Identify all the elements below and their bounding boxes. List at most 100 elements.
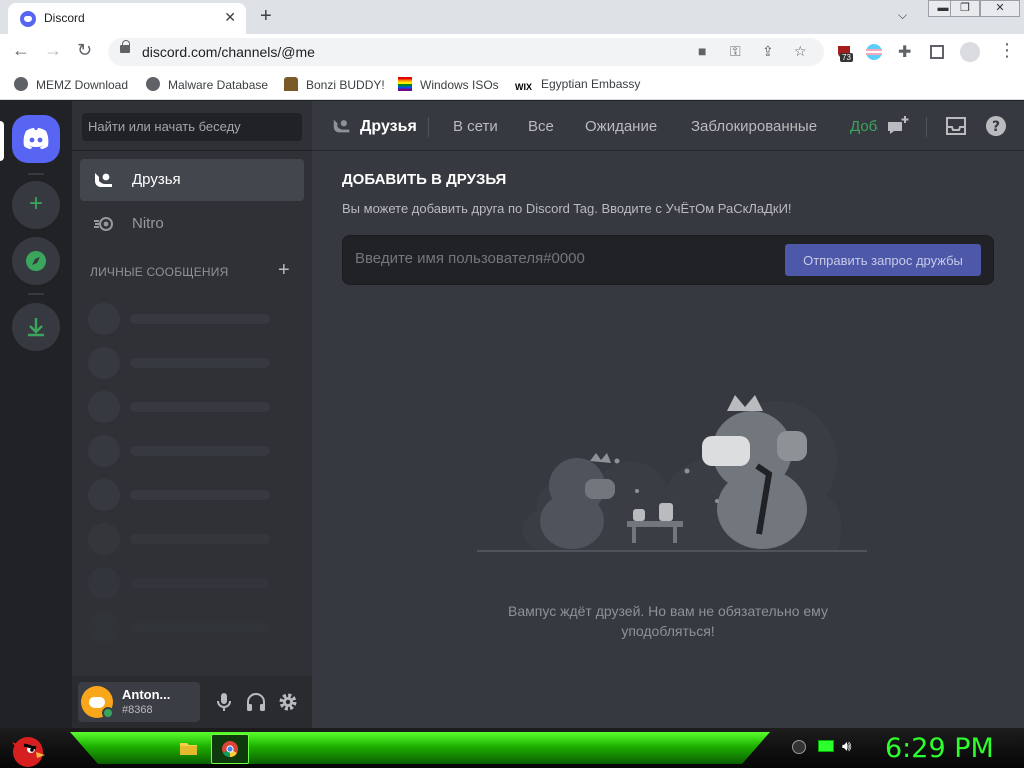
reload-icon[interactable]: ↻ [77,40,92,61]
username-input[interactable] [355,250,775,267]
profile-avatar-icon[interactable] [960,42,980,62]
new-group-dm-icon[interactable] [886,114,910,138]
forward-icon[interactable]: → [44,40,62,61]
gear-icon[interactable] [276,690,300,714]
server-separator [28,173,44,175]
tab-title: Discord [44,11,85,25]
online-status-icon [102,707,114,719]
microphone-icon[interactable] [212,690,236,714]
bookmark-bonzi-buddy[interactable]: Bonzi BUDDY! [284,77,385,92]
tab-blocked[interactable]: Заблокированные [691,118,817,135]
home-selected-pill [0,121,4,161]
dm-placeholder-line [130,578,270,588]
sidebar-item-label: Друзья [132,171,181,188]
taskbar-file-explorer[interactable] [170,734,208,764]
dm-placeholder [88,435,272,467]
add-friend-form: Отправить запрос дружбы [342,235,994,285]
download-apps-button[interactable] [12,303,60,351]
dm-placeholder-avatar [88,391,120,423]
chevron-down-icon[interactable]: ⌵ [898,8,907,23]
bookmark-star-icon[interactable]: ☆ [794,43,807,60]
extensions-puzzle-icon[interactable]: ✚ [898,42,911,62]
discord-logo-icon [23,128,49,149]
friends-main: Друзья В сети Все Ожидание Заблокированн… [312,101,1024,728]
create-dm-icon[interactable]: + [278,259,290,282]
camera-icon[interactable]: ■ [698,43,706,59]
restore-icon[interactable]: ❐ [950,0,980,17]
friends-header: Друзья В сети Все Ожидание Заблокированн… [312,101,1024,151]
dm-placeholder-avatar [88,611,120,643]
url-text[interactable]: discord.com/channels/@me [142,44,315,60]
help-icon[interactable]: ? [984,114,1008,138]
taskbar-clock[interactable]: 6:29 PM [885,733,994,764]
discord-app: + Найти или начать беседу Друзья Nitro Л… [0,101,1024,728]
server-separator [28,293,44,295]
bookmark-egyptian-embassy[interactable]: WIX Egyptian Embassy [515,77,640,96]
taskbar-chrome[interactable] [211,734,249,764]
tab-pending[interactable]: Ожидание [585,118,657,135]
globe-icon [14,77,28,91]
page-title: Друзья [360,118,417,135]
headphones-icon[interactable] [244,690,268,714]
add-friend-title: ДОБАВИТЬ В ДРУЗЬЯ [342,171,507,188]
dm-placeholder [88,391,272,423]
chrome-icon [222,741,238,758]
sidebar-item-nitro[interactable]: Nitro [80,203,304,245]
lock-icon[interactable] [120,40,130,53]
dm-placeholder-line [130,358,270,368]
network-icon[interactable] [818,740,834,752]
add-server-button[interactable]: + [12,181,60,229]
find-conversation-button[interactable]: Найти или начать беседу [82,113,302,141]
dm-placeholder-avatar [88,479,120,511]
user-panel: Anton... #8368 [72,676,312,728]
dm-placeholder [88,479,272,511]
header-divider [926,117,927,137]
download-icon [28,318,44,337]
dm-placeholder [88,611,272,643]
tab-add-friend[interactable]: Добавить в друзья [850,118,878,135]
add-friend-description: Вы можете добавить друга по Discord Tag.… [342,201,792,216]
user-discriminator: #8368 [122,704,153,716]
bookmark-malware-database[interactable]: Malware Database [146,77,268,92]
discord-favicon-icon [20,11,36,27]
kebab-menu-icon[interactable]: ⋮ [998,40,1016,61]
side-panel-icon[interactable] [930,45,944,59]
sidebar-item-friends[interactable]: Друзья [80,159,304,201]
key-icon[interactable]: ⚿ [730,43,741,60]
empty-state-message: Вампус ждёт друзей. Но вам не обязательн… [508,603,828,639]
browser-toolbar: ← → ↻ discord.com/channels/@me ■ ⚿ ⇪ ☆ 7… [0,34,1024,70]
home-button[interactable] [12,115,60,163]
share-icon[interactable]: ⇪ [762,43,774,60]
close-tab-icon[interactable]: ✕ [224,9,236,26]
browser-tab[interactable]: Discord ✕ [8,3,246,34]
dm-placeholder-avatar [88,567,120,599]
dm-sidebar: Найти или начать беседу Друзья Nitro ЛИЧ… [72,101,312,728]
globe-icon [146,77,160,91]
address-bar[interactable]: discord.com/channels/@me ■ ⚿ ⇪ ☆ [108,38,824,66]
dm-placeholder [88,303,272,335]
flag-extension-icon[interactable] [866,44,882,60]
header-divider [428,117,429,137]
taskbar: 🔊︎ 6:29 PM [0,728,1024,768]
explore-servers-button[interactable] [12,237,60,285]
browser-titlebar: Discord ✕ + ⌵ ▬ ❐ ✕ [0,0,1024,34]
new-tab-icon[interactable]: + [260,5,272,28]
dm-placeholder-line [130,446,270,456]
bookmark-windows-isos[interactable]: Windows ISOs [398,77,499,92]
window-close-icon[interactable]: ✕ [980,0,1020,17]
bookmark-memz[interactable]: MEMZ Download [14,77,128,92]
volume-icon[interactable]: 🔊︎ [842,738,851,755]
tab-all[interactable]: Все [528,118,554,135]
user-account-button[interactable]: Anton... #8368 [78,682,200,722]
send-friend-request-button[interactable]: Отправить запрос дружбы [785,244,981,276]
dm-placeholder-line [130,490,270,500]
inbox-icon[interactable] [944,114,968,138]
tray-app-icon[interactable] [792,740,806,754]
folder-icon [180,743,197,755]
dm-placeholder-line [130,314,270,324]
tab-online[interactable]: В сети [453,118,498,135]
angry-bird-start-icon[interactable] [6,730,48,768]
back-icon[interactable]: ← [12,40,30,61]
compass-icon [26,251,46,271]
friends-wave-icon [333,119,350,133]
